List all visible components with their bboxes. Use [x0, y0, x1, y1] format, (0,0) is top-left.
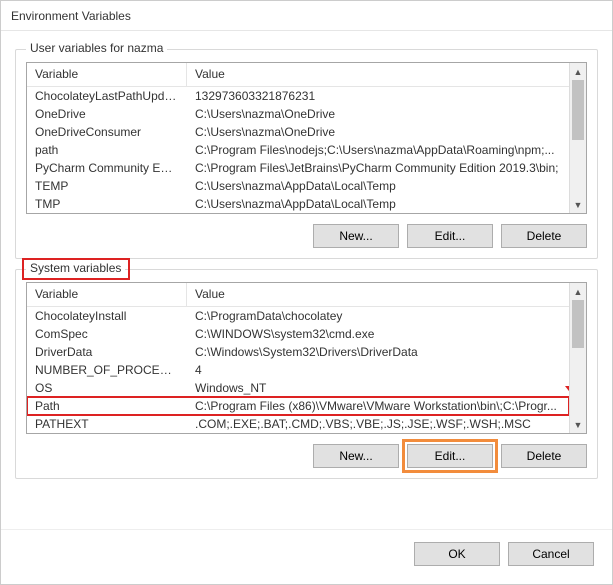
table-row[interactable]: DriverDataC:\Windows\System32\Drivers\Dr…: [27, 343, 569, 361]
table-row[interactable]: OneDriveC:\Users\nazma\OneDrive: [27, 105, 569, 123]
table-row[interactable]: TEMPC:\Users\nazma\AppData\Local\Temp: [27, 177, 569, 195]
variable-name-cell: Path: [27, 397, 187, 415]
table-row[interactable]: PyCharm Community EditionC:\Program File…: [27, 159, 569, 177]
system-col-value[interactable]: Value: [187, 283, 569, 306]
user-col-value[interactable]: Value: [187, 63, 569, 86]
system-new-button[interactable]: New...: [313, 444, 399, 468]
window-title: Environment Variables: [11, 9, 131, 23]
variable-value-cell: C:\WINDOWS\system32\cmd.exe: [187, 325, 569, 343]
variable-name-cell: TEMP: [27, 177, 187, 195]
user-new-button[interactable]: New...: [313, 224, 399, 248]
variable-name-cell: PATHEXT: [27, 415, 187, 433]
user-variables-legend: User variables for nazma: [26, 41, 167, 55]
scroll-track[interactable]: [570, 80, 586, 196]
table-row[interactable]: NUMBER_OF_PROCESSORS4: [27, 361, 569, 379]
table-row[interactable]: ChocolateyInstallC:\ProgramData\chocolat…: [27, 307, 569, 325]
system-delete-button[interactable]: Delete: [501, 444, 587, 468]
variable-name-cell: OneDrive: [27, 105, 187, 123]
scroll-thumb[interactable]: [572, 300, 584, 348]
system-scrollbar[interactable]: ▲ ▼: [569, 283, 586, 433]
variable-name-cell: TMP: [27, 195, 187, 213]
system-buttons-row: New... Edit... Delete: [26, 444, 587, 468]
table-row[interactable]: OSWindows_NT: [27, 379, 569, 397]
user-col-variable[interactable]: Variable: [27, 63, 187, 86]
variable-name-cell: PyCharm Community Edition: [27, 159, 187, 177]
variable-value-cell: C:\ProgramData\chocolatey: [187, 307, 569, 325]
variable-name-cell: NUMBER_OF_PROCESSORS: [27, 361, 187, 379]
variable-name-cell: OS: [27, 379, 187, 397]
dialog-content: User variables for nazma Variable Value …: [1, 31, 612, 479]
scroll-up-icon[interactable]: ▲: [570, 63, 586, 80]
cancel-button[interactable]: Cancel: [508, 542, 594, 566]
variable-name-cell: path: [27, 141, 187, 159]
table-row[interactable]: TMPC:\Users\nazma\AppData\Local\Temp: [27, 195, 569, 213]
title-bar: Environment Variables: [1, 1, 612, 31]
variable-name-cell: ChocolateyLastPathUpdate: [27, 87, 187, 105]
variable-value-cell: C:\Users\nazma\AppData\Local\Temp: [187, 195, 569, 213]
system-col-variable[interactable]: Variable: [27, 283, 187, 306]
environment-variables-dialog: Environment Variables User variables for…: [0, 0, 613, 585]
table-row[interactable]: ChocolateyLastPathUpdate1329736033218762…: [27, 87, 569, 105]
table-row[interactable]: PathC:\Program Files (x86)\VMware\VMware…: [27, 397, 569, 415]
variable-value-cell: 132973603321876231: [187, 87, 569, 105]
system-edit-button[interactable]: Edit...: [407, 444, 493, 468]
variable-name-cell: ChocolateyInstall: [27, 307, 187, 325]
user-buttons-row: New... Edit... Delete: [26, 224, 587, 248]
variable-name-cell: OneDriveConsumer: [27, 123, 187, 141]
system-list-header: Variable Value: [27, 283, 569, 307]
user-delete-button[interactable]: Delete: [501, 224, 587, 248]
variable-value-cell: 4: [187, 361, 569, 379]
user-variables-group: User variables for nazma Variable Value …: [15, 49, 598, 259]
user-variables-list[interactable]: Variable Value ChocolateyLastPathUpdate1…: [26, 62, 587, 214]
table-row[interactable]: ComSpecC:\WINDOWS\system32\cmd.exe: [27, 325, 569, 343]
scroll-down-icon[interactable]: ▼: [570, 196, 586, 213]
table-row[interactable]: OneDriveConsumerC:\Users\nazma\OneDrive: [27, 123, 569, 141]
variable-name-cell: ComSpec: [27, 325, 187, 343]
variable-value-cell: C:\Windows\System32\Drivers\DriverData: [187, 343, 569, 361]
system-variables-list[interactable]: Variable Value ChocolateyInstallC:\Progr…: [26, 282, 587, 434]
variable-value-cell: .COM;.EXE;.BAT;.CMD;.VBS;.VBE;.JS;.JSE;.…: [187, 415, 569, 433]
variable-value-cell: C:\Users\nazma\OneDrive: [187, 105, 569, 123]
scroll-thumb[interactable]: [572, 80, 584, 140]
user-edit-button[interactable]: Edit...: [407, 224, 493, 248]
system-variables-legend: System variables: [26, 261, 125, 275]
user-list-header: Variable Value: [27, 63, 569, 87]
system-variables-group: System variables Variable Value Chocolat…: [15, 269, 598, 479]
scroll-down-icon[interactable]: ▼: [570, 416, 586, 433]
variable-value-cell: C:\Program Files\nodejs;C:\Users\nazma\A…: [187, 141, 569, 159]
variable-value-cell: C:\Program Files (x86)\VMware\VMware Wor…: [187, 397, 569, 415]
scroll-track[interactable]: [570, 300, 586, 416]
variable-value-cell: Windows_NT: [187, 379, 569, 397]
variable-value-cell: C:\Users\nazma\OneDrive: [187, 123, 569, 141]
ok-button[interactable]: OK: [414, 542, 500, 566]
variable-value-cell: C:\Program Files\JetBrains\PyCharm Commu…: [187, 159, 569, 177]
table-row[interactable]: pathC:\Program Files\nodejs;C:\Users\naz…: [27, 141, 569, 159]
table-row[interactable]: PATHEXT.COM;.EXE;.BAT;.CMD;.VBS;.VBE;.JS…: [27, 415, 569, 433]
scroll-up-icon[interactable]: ▲: [570, 283, 586, 300]
dialog-footer: OK Cancel: [1, 529, 612, 584]
variable-value-cell: C:\Users\nazma\AppData\Local\Temp: [187, 177, 569, 195]
variable-name-cell: DriverData: [27, 343, 187, 361]
user-scrollbar[interactable]: ▲ ▼: [569, 63, 586, 213]
